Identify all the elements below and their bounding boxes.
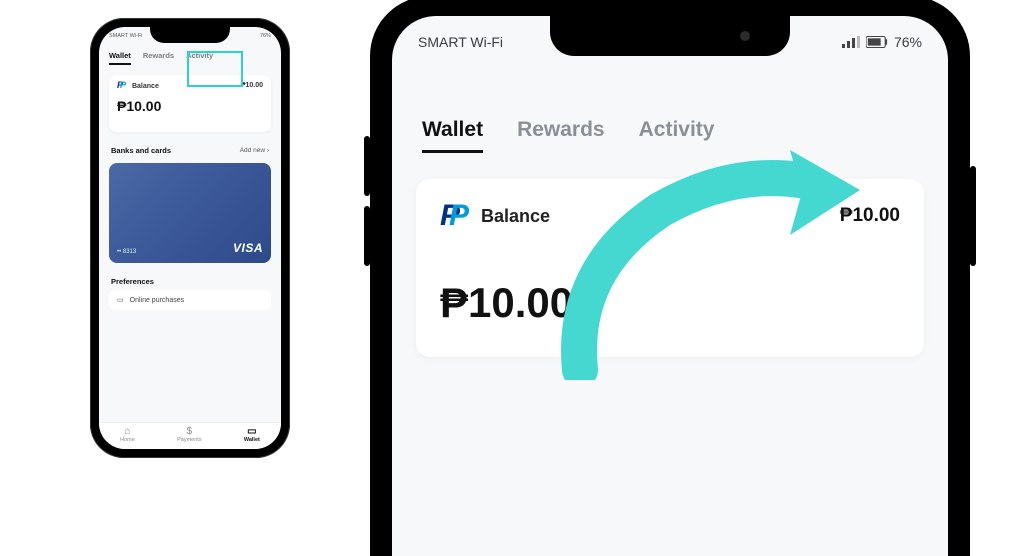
wallet-icon: ▭ [244, 427, 260, 437]
balance-label-large: Balance [481, 206, 550, 227]
tab-activity[interactable]: Activity [186, 51, 213, 65]
power-button [970, 166, 976, 266]
carrier-label-large: SMART Wi-Fi [418, 34, 503, 50]
battery-label-large: 76% [894, 34, 922, 50]
battery-label: 76% [260, 33, 271, 39]
visa-logo: VISA [233, 241, 263, 255]
balance-right-amount: ₱10.00 [840, 205, 900, 227]
notch-small [150, 27, 230, 43]
nav-home[interactable]: ⌂ Home [120, 427, 135, 443]
balance-header-left: PP Balance [117, 81, 159, 90]
add-new-link[interactable]: Add new › [240, 147, 269, 154]
volume-down-button [364, 206, 370, 266]
balance-big-amount: ₱10.00 [117, 90, 263, 126]
screen-large: SMART Wi-Fi 76% Wallet Rewards Activ [392, 16, 948, 556]
tabs-large: Wallet Rewards Activity [392, 50, 948, 153]
balance-amount-large: ₱10.00 [440, 279, 900, 327]
paypal-logo-icon: PP [117, 81, 126, 90]
nav-payments[interactable]: $ Payments [177, 427, 201, 443]
bottom-nav: ⌂ Home $ Payments ▭ Wallet [99, 422, 281, 449]
nav-wallet[interactable]: ▭ Wallet [244, 427, 260, 443]
signal-icon [842, 36, 860, 48]
home-icon: ⌂ [120, 427, 135, 437]
tabs-small: Wallet Rewards Activity [99, 39, 281, 69]
balance-small-amount: ₱10.00 [241, 82, 263, 89]
tab-activity-large[interactable]: Activity [639, 118, 715, 153]
online-purchases-item[interactable]: ▭ Online purchases [109, 290, 271, 310]
tab-wallet-large[interactable]: Wallet [422, 118, 483, 153]
volume-up-button [364, 136, 370, 196]
preferences-title: Preferences [99, 267, 281, 290]
banks-section-header: Banks and cards Add new › [99, 138, 281, 159]
card-masked-number: •• 8313 [117, 249, 136, 255]
phone-mockup-large: SMART Wi-Fi 76% Wallet Rewards Activ [370, 0, 970, 556]
balance-card-large[interactable]: PP Balance ₱10.00 ₱10.00 [416, 179, 924, 357]
phone-mockup-small: SMART Wi-Fi 76% Wallet Rewards Activity … [90, 18, 290, 458]
online-purchases-label: Online purchases [130, 297, 184, 304]
tab-rewards[interactable]: Rewards [143, 51, 174, 65]
tab-rewards-large[interactable]: Rewards [517, 118, 605, 153]
paypal-logo-icon-large: PP [440, 201, 469, 231]
nav-wallet-label: Wallet [244, 437, 260, 443]
dollar-icon: $ [177, 427, 201, 437]
notch-large [550, 16, 790, 56]
nav-home-label: Home [120, 437, 135, 443]
screen-small: SMART Wi-Fi 76% Wallet Rewards Activity … [99, 27, 281, 449]
nav-payments-label: Payments [177, 437, 201, 443]
balance-card-small[interactable]: PP Balance ₱10.00 ₱10.00 [109, 75, 271, 132]
carrier-label: SMART Wi-Fi [109, 33, 142, 39]
tab-wallet[interactable]: Wallet [109, 51, 131, 65]
battery-icon [866, 36, 888, 48]
monitor-icon: ▭ [117, 296, 124, 304]
balance-header: PP Balance ₱10.00 [440, 201, 900, 231]
banks-title: Banks and cards [111, 146, 171, 155]
bank-card[interactable]: •• 8313 VISA [109, 163, 271, 263]
balance-label: Balance [132, 83, 159, 90]
